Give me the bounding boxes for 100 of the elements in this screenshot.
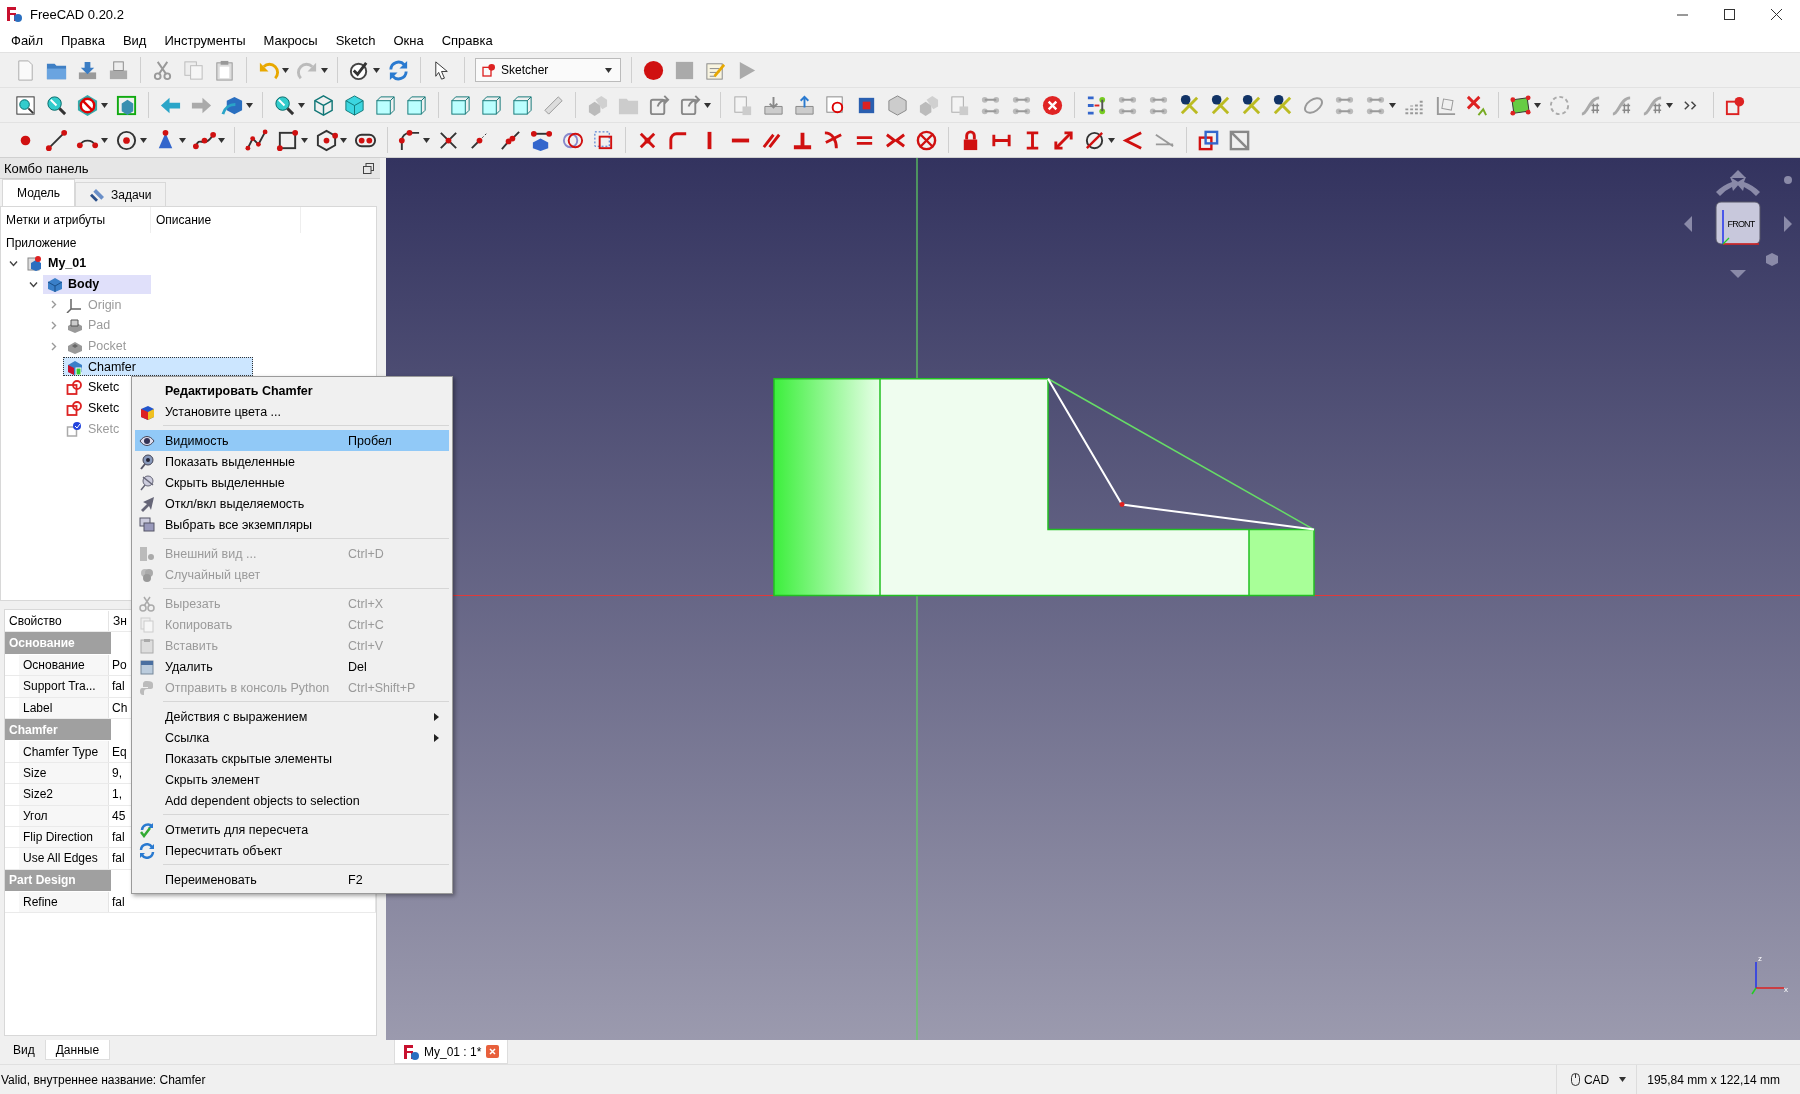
fillet-icon[interactable] [398,128,421,152]
box-line-icon[interactable] [530,128,553,152]
caret-icon[interactable] [321,67,328,73]
cube-icon[interactable] [480,93,503,117]
axis-label: z [1758,954,1762,963]
caret-icon[interactable] [246,102,253,108]
column-header[interactable]: Метки и атрибуты [1,207,151,233]
no-entry-icon[interactable] [76,93,99,117]
caret-icon[interactable] [179,137,186,143]
caret-icon[interactable] [101,102,108,108]
nodes-icon[interactable] [1085,93,1108,117]
square-slash-icon[interactable] [1228,128,1251,152]
cross-circle-icon[interactable] [1041,93,1064,117]
maximize-icon[interactable] [1724,8,1735,20]
menu-item[interactable]: Sketch [326,29,385,51]
caret-icon[interactable] [101,137,108,143]
menu-item[interactable]: Вид [113,29,156,51]
line-icon[interactable] [45,128,68,152]
panel-tab[interactable]: Данные [44,1040,111,1060]
cube-icon[interactable] [312,93,335,117]
line-icon[interactable] [499,128,522,152]
caret-icon[interactable] [1534,102,1541,108]
magnifier-icon[interactable] [14,93,37,117]
caret-icon[interactable] [282,67,289,73]
tree-item[interactable]: My_01 [23,253,90,273]
squares-icon[interactable] [1197,128,1220,152]
menu-item[interactable]: Окна [384,29,433,51]
cube-icon[interactable] [115,93,138,117]
caret-icon[interactable] [298,102,305,108]
caret-icon[interactable] [1389,102,1396,108]
refresh-icon[interactable] [387,58,410,82]
cube-icon[interactable] [886,93,909,117]
magnifier-icon[interactable] [273,93,296,117]
column-header[interactable]: Свойство [5,611,109,632]
navigation-style-selector[interactable]: CAD [1555,1065,1637,1094]
chevrons-icon[interactable] [1178,93,1201,117]
cube-icon[interactable] [511,93,534,117]
caret-icon[interactable] [1108,137,1115,143]
curve-hash-icon[interactable] [1579,93,1602,117]
menu-item-label: Действия с выражением [165,709,309,724]
caret-icon[interactable] [340,137,347,143]
panel-tab[interactable]: Модель [2,179,76,206]
tree-item[interactable]: Sketc [63,398,123,418]
tree-item[interactable]: Chamfer [63,357,253,377]
caret-icon[interactable] [423,137,430,143]
hexagon-icon[interactable] [315,128,338,152]
record-icon[interactable] [642,58,665,82]
square-points-icon[interactable] [1509,93,1532,117]
link-arrow-icon[interactable] [648,93,671,117]
polyline-icon[interactable] [245,128,268,152]
submenu-arrow-icon [434,734,439,742]
workbench-dropdown[interactable]: Sketcher [475,58,621,82]
document-tab[interactable]: My_01 : 1* [394,1040,509,1064]
chevrons-icon[interactable] [1240,93,1263,117]
menu-item[interactable]: Файл [2,29,52,51]
expander-icon[interactable] [9,258,18,268]
caret-icon[interactable] [704,102,711,108]
blocked-circle-icon[interactable] [915,128,938,152]
cube-face-label: FRONT [1727,219,1755,229]
cube-icon[interactable] [405,93,428,117]
caret-icon[interactable] [301,137,308,143]
column-header[interactable]: Описание [151,207,301,233]
shortcut-label: Ctrl+D [348,546,384,561]
tree-item[interactable]: Sketc [63,377,123,397]
caret-icon[interactable] [373,67,380,73]
caret-icon[interactable] [140,137,147,143]
menu-item[interactable]: Справка [432,29,502,51]
panel-tab[interactable]: Задачи [75,182,167,206]
cube-icon[interactable] [343,93,366,117]
expander-icon[interactable] [29,279,38,289]
squares-icon[interactable] [592,128,615,152]
diagonal-arrow-icon[interactable] [1052,128,1075,152]
caret-icon[interactable] [218,137,225,143]
magnifier-icon[interactable] [45,93,68,117]
menu-item[interactable]: Макросы [254,29,327,51]
menu-item[interactable]: Правка [51,29,114,51]
rectangle-icon[interactable] [276,128,299,152]
menu-item-label: Отправить в консоль Python [165,680,331,695]
refresh-check-icon [139,821,155,838]
clipboard-icon[interactable] [213,58,236,82]
close-icon[interactable] [1771,8,1782,20]
chevrons-icon[interactable] [1271,93,1294,117]
shortcut-label: Ctrl+V [348,638,384,653]
menu-item-label: Выбрать все экземпляры [165,517,313,532]
cube-icon[interactable] [449,93,472,117]
chevrons-icon[interactable] [1209,93,1232,117]
part-shape[interactable] [773,378,1315,597]
cube-icon[interactable] [374,93,397,117]
menu-item[interactable]: Инструменты [155,29,255,51]
menu-item[interactable]: Видимость Пробел [135,430,449,451]
scissors-icon[interactable] [151,58,174,82]
shortcut-label: Ctrl+X [348,596,384,611]
circle-icon[interactable] [115,128,138,152]
menu-item-label: Откл/вкл выделяемость [165,496,306,511]
curve-hash-icon[interactable] [1610,93,1633,117]
navigation-cube-drawing[interactable]: FRONT [1678,164,1798,284]
tree-item[interactable]: Body [43,274,151,294]
float-icon[interactable] [363,162,374,174]
caret-icon[interactable] [1666,102,1673,108]
upload-icon[interactable] [793,93,816,117]
